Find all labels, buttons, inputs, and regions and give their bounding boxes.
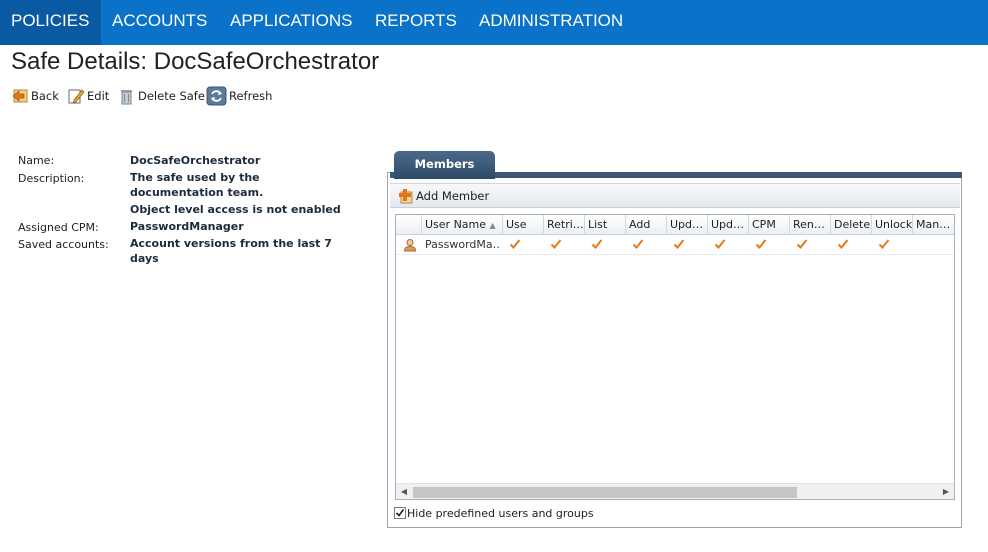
check-icon	[796, 238, 808, 250]
add-member-icon	[398, 188, 414, 204]
refresh-button[interactable]: Refresh	[206, 86, 272, 106]
saved-accounts-line-2: days	[130, 252, 159, 265]
name-label: Name:	[18, 154, 55, 167]
grid-header: User Name ▲ Use Retri… List Add Upd… Upd…	[396, 215, 954, 235]
check-icon	[714, 238, 726, 250]
header-icon-column	[396, 215, 421, 235]
header-rename[interactable]: Ren…	[789, 215, 830, 235]
back-arrow-icon	[11, 87, 29, 105]
refresh-label: Refresh	[229, 89, 273, 103]
header-unlock[interactable]: Unlock	[871, 215, 912, 235]
header-user-name-label: User Name	[425, 218, 487, 231]
header-user-name[interactable]: User Name ▲	[421, 215, 502, 235]
scroll-left-icon[interactable]: ◀	[396, 484, 412, 499]
nav-accounts[interactable]: ACCOUNTS	[112, 0, 207, 45]
sort-ascending-icon: ▲	[489, 221, 496, 230]
name-value: DocSafeOrchestrator	[130, 154, 261, 167]
trash-icon	[118, 87, 136, 105]
header-cpm[interactable]: CPM	[748, 215, 789, 235]
nav-reports[interactable]: REPORTS	[375, 0, 457, 45]
horizontal-scrollbar[interactable]: ◀ ▶	[396, 483, 954, 499]
header-manage[interactable]: Man…	[912, 215, 953, 235]
members-grid: User Name ▲ Use Retri… List Add Upd… Upd…	[395, 214, 955, 500]
nav-policies[interactable]: POLICIES	[0, 0, 101, 45]
check-icon	[673, 238, 685, 250]
edit-label: Edit	[87, 89, 110, 103]
nav-administration[interactable]: ADMINISTRATION	[479, 0, 623, 45]
description-line-2: documentation team.	[130, 186, 264, 199]
description-line-1: The safe used by the	[130, 171, 260, 184]
add-member-button[interactable]: Add Member	[398, 187, 489, 205]
header-retrieve[interactable]: Retri…	[543, 215, 584, 235]
object-access-note: Object level access is not enabled	[130, 203, 341, 216]
check-icon	[632, 238, 644, 250]
check-icon	[755, 238, 767, 250]
check-icon	[550, 238, 562, 250]
assigned-cpm-value: PasswordManager	[130, 220, 244, 233]
check-icon	[878, 238, 890, 250]
back-button[interactable]: Back	[11, 86, 59, 106]
check-icon	[591, 238, 603, 250]
checkbox-check-icon	[395, 509, 405, 517]
header-use[interactable]: Use	[502, 215, 543, 235]
hide-predefined-option: Hide predefined users and groups	[394, 505, 594, 521]
add-member-label: Add Member	[416, 189, 490, 203]
back-label: Back	[31, 89, 59, 103]
check-icon	[837, 238, 849, 250]
nav-applications[interactable]: APPLICATIONS	[230, 0, 353, 45]
table-row[interactable]: PasswordMa…	[396, 235, 954, 255]
user-name-cell: PasswordMa…	[425, 238, 501, 251]
tab-members[interactable]: Members	[394, 151, 495, 179]
edit-pencil-icon	[67, 87, 85, 105]
edit-button[interactable]: Edit	[67, 86, 109, 106]
scroll-right-icon[interactable]: ▶	[938, 484, 954, 499]
check-icon	[509, 238, 521, 250]
page-title: Safe Details: DocSafeOrchestrator	[11, 48, 380, 75]
refresh-icon	[206, 86, 227, 106]
header-list[interactable]: List	[584, 215, 625, 235]
delete-safe-label: Delete Safe	[138, 89, 205, 103]
saved-accounts-label: Saved accounts:	[18, 238, 109, 251]
header-add[interactable]: Add	[625, 215, 666, 235]
header-update-2[interactable]: Upd…	[707, 215, 748, 235]
delete-safe-button[interactable]: Delete Safe	[118, 86, 205, 106]
top-nav: POLICIES ACCOUNTS APPLICATIONS REPORTS A…	[0, 0, 988, 45]
description-label: Description:	[18, 172, 85, 185]
hide-predefined-label: Hide predefined users and groups	[407, 506, 594, 520]
user-icon	[403, 238, 417, 252]
header-delete[interactable]: Delete	[830, 215, 871, 235]
scrollbar-thumb[interactable]	[413, 487, 797, 498]
assigned-cpm-label: Assigned CPM:	[18, 221, 99, 234]
hide-predefined-checkbox[interactable]	[394, 507, 406, 519]
saved-accounts-line-1: Account versions from the last 7	[130, 237, 332, 250]
header-update-1[interactable]: Upd…	[666, 215, 707, 235]
